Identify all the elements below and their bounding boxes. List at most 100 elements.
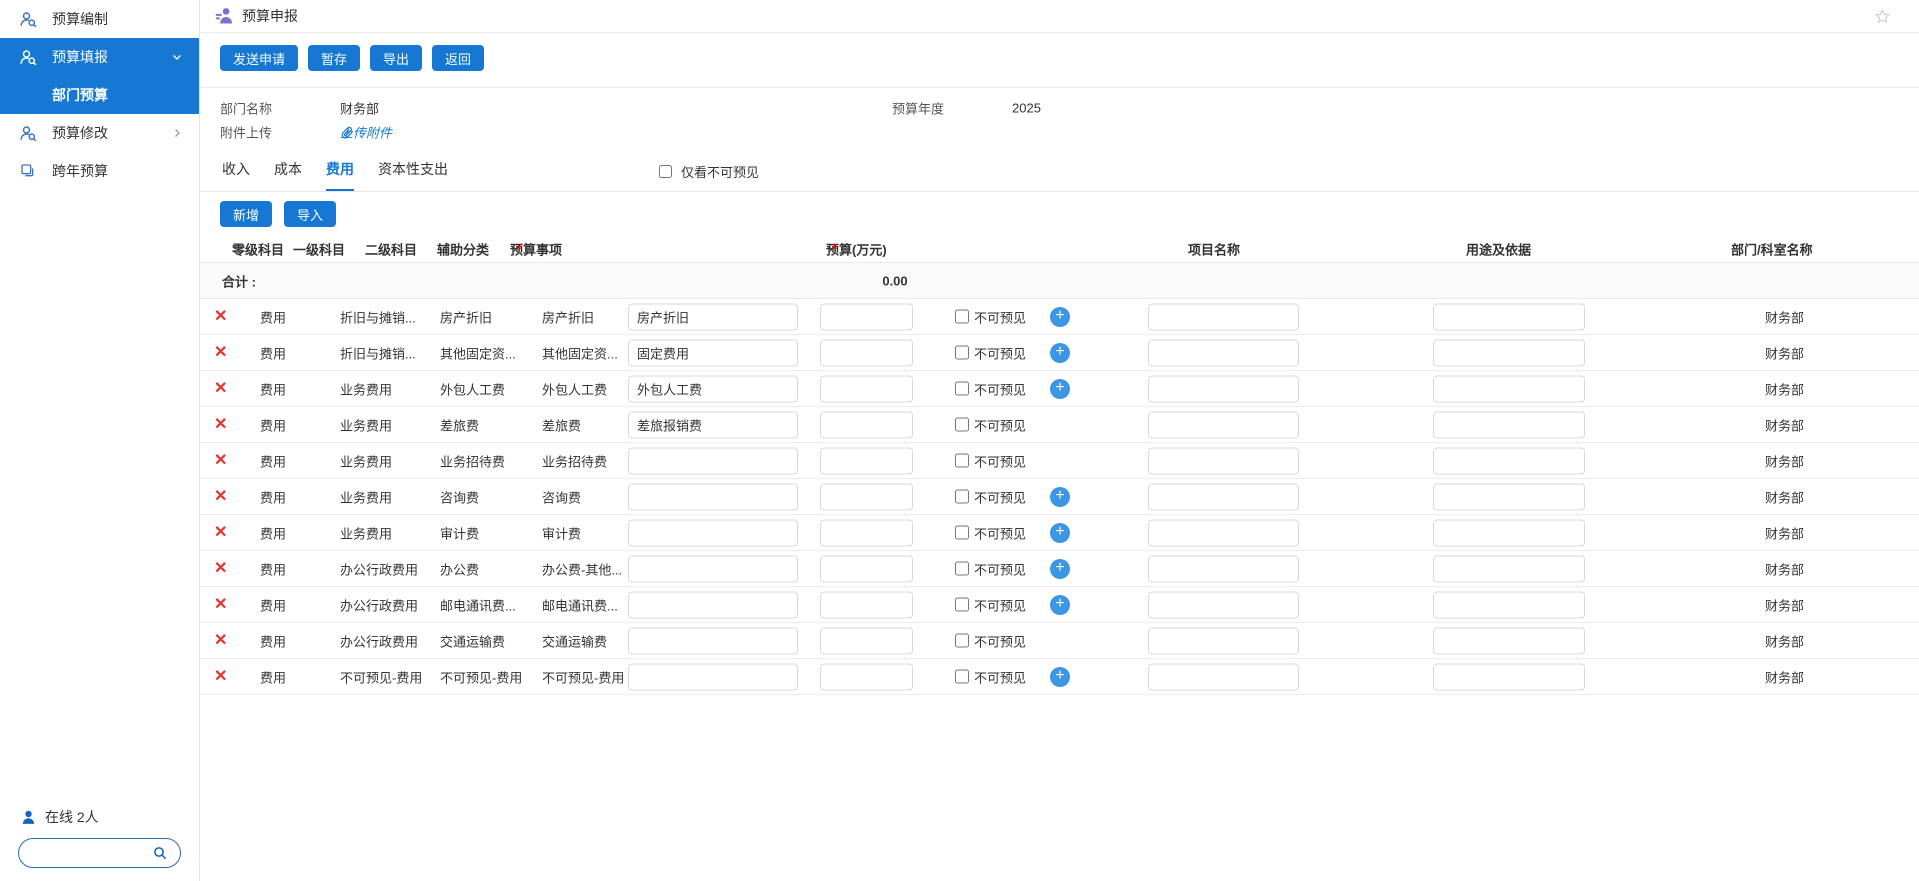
- delete-row-icon[interactable]: ✕: [214, 489, 227, 505]
- budget-item-input[interactable]: [628, 375, 798, 402]
- purpose-input[interactable]: [1433, 411, 1585, 438]
- delete-row-icon[interactable]: ✕: [214, 525, 227, 541]
- project-name-input[interactable]: [1148, 375, 1299, 402]
- unforeseen-checkbox[interactable]: [955, 346, 969, 360]
- unforeseen-option[interactable]: 不可预见: [955, 307, 1026, 326]
- purpose-input[interactable]: [1433, 339, 1585, 366]
- tab-cost[interactable]: 成本: [274, 159, 302, 191]
- purpose-input[interactable]: [1433, 447, 1585, 474]
- budget-amount-input[interactable]: [820, 339, 913, 366]
- add-subrow-icon[interactable]: +: [1050, 559, 1070, 579]
- budget-amount-input[interactable]: [820, 411, 913, 438]
- project-name-input[interactable]: [1148, 555, 1299, 582]
- purpose-input[interactable]: [1433, 303, 1585, 330]
- unforeseen-checkbox[interactable]: [955, 382, 969, 396]
- budget-item-input[interactable]: [628, 627, 798, 654]
- budget-item-input[interactable]: [628, 447, 798, 474]
- unforeseen-checkbox[interactable]: [955, 454, 969, 468]
- unforeseen-checkbox[interactable]: [955, 634, 969, 648]
- sidebar-item-budget-fill[interactable]: 预算填报: [0, 38, 199, 76]
- purpose-input[interactable]: [1433, 519, 1585, 546]
- purpose-input[interactable]: [1433, 555, 1585, 582]
- purpose-input[interactable]: [1433, 627, 1585, 654]
- add-subrow-icon[interactable]: +: [1050, 343, 1070, 363]
- project-name-input[interactable]: [1148, 519, 1299, 546]
- delete-row-icon[interactable]: ✕: [214, 309, 227, 325]
- tab-capital-expenditure[interactable]: 资本性支出: [378, 159, 448, 191]
- unforeseen-option[interactable]: 不可预见: [955, 415, 1026, 434]
- unforeseen-checkbox[interactable]: [955, 418, 969, 432]
- budget-amount-input[interactable]: [820, 375, 913, 402]
- import-button[interactable]: 导入: [284, 201, 336, 227]
- budget-item-input[interactable]: [628, 411, 798, 438]
- delete-row-icon[interactable]: ✕: [214, 633, 227, 649]
- favorite-star-icon[interactable]: [1874, 8, 1891, 25]
- sidebar-item-cross-year-budget[interactable]: 跨年预算: [0, 152, 199, 190]
- delete-row-icon[interactable]: ✕: [214, 417, 227, 433]
- unforeseen-option[interactable]: 不可预见: [955, 487, 1026, 506]
- add-subrow-icon[interactable]: +: [1050, 487, 1070, 507]
- project-name-input[interactable]: [1148, 303, 1299, 330]
- purpose-input[interactable]: [1433, 663, 1585, 690]
- project-name-input[interactable]: [1148, 663, 1299, 690]
- search-icon[interactable]: [152, 845, 168, 861]
- add-subrow-icon[interactable]: +: [1050, 379, 1070, 399]
- unforeseen-option[interactable]: 不可预见: [955, 523, 1026, 542]
- budget-item-input[interactable]: [628, 663, 798, 690]
- project-name-input[interactable]: [1148, 591, 1299, 618]
- add-row-button[interactable]: 新增: [220, 201, 272, 227]
- budget-amount-input[interactable]: [820, 483, 913, 510]
- unforeseen-option[interactable]: 不可预见: [955, 451, 1026, 470]
- sidebar-item-budget-compile[interactable]: 预算编制: [0, 0, 199, 38]
- budget-amount-input[interactable]: [820, 591, 913, 618]
- unforeseen-option[interactable]: 不可预见: [955, 559, 1026, 578]
- unforeseen-checkbox[interactable]: [955, 670, 969, 684]
- purpose-input[interactable]: [1433, 483, 1585, 510]
- unforeseen-checkbox[interactable]: [955, 562, 969, 576]
- unforeseen-filter[interactable]: 仅看不可预见: [655, 162, 759, 191]
- project-name-input[interactable]: [1148, 339, 1299, 366]
- back-button[interactable]: 返回: [432, 45, 484, 71]
- budget-item-input[interactable]: [628, 303, 798, 330]
- add-subrow-icon[interactable]: +: [1050, 667, 1070, 687]
- project-name-input[interactable]: [1148, 483, 1299, 510]
- project-name-input[interactable]: [1148, 627, 1299, 654]
- add-subrow-icon[interactable]: +: [1050, 523, 1070, 543]
- tab-income[interactable]: 收入: [222, 159, 250, 191]
- unforeseen-option[interactable]: 不可预见: [955, 667, 1026, 686]
- unforeseen-filter-checkbox[interactable]: [659, 165, 672, 178]
- budget-amount-input[interactable]: [820, 663, 913, 690]
- project-name-input[interactable]: [1148, 447, 1299, 474]
- sidebar-item-budget-modify[interactable]: 预算修改: [0, 114, 199, 152]
- purpose-input[interactable]: [1433, 375, 1585, 402]
- budget-amount-input[interactable]: [820, 555, 913, 582]
- budget-item-input[interactable]: [628, 519, 798, 546]
- budget-item-input[interactable]: [628, 555, 798, 582]
- delete-row-icon[interactable]: ✕: [214, 453, 227, 469]
- unforeseen-option[interactable]: 不可预见: [955, 595, 1026, 614]
- unforeseen-checkbox[interactable]: [955, 526, 969, 540]
- budget-amount-input[interactable]: [820, 303, 913, 330]
- unforeseen-option[interactable]: 不可预见: [955, 379, 1026, 398]
- budget-item-input[interactable]: [628, 591, 798, 618]
- budget-item-input[interactable]: [628, 339, 798, 366]
- send-request-button[interactable]: 发送申请: [220, 45, 298, 71]
- unforeseen-option[interactable]: 不可预见: [955, 631, 1026, 650]
- add-subrow-icon[interactable]: +: [1050, 307, 1070, 327]
- purpose-input[interactable]: [1433, 591, 1585, 618]
- delete-row-icon[interactable]: ✕: [214, 669, 227, 685]
- budget-amount-input[interactable]: [820, 447, 913, 474]
- unforeseen-option[interactable]: 不可预见: [955, 343, 1026, 362]
- delete-row-icon[interactable]: ✕: [214, 381, 227, 397]
- delete-row-icon[interactable]: ✕: [214, 561, 227, 577]
- unforeseen-checkbox[interactable]: [955, 598, 969, 612]
- project-name-input[interactable]: [1148, 411, 1299, 438]
- budget-amount-input[interactable]: [820, 519, 913, 546]
- budget-item-input[interactable]: [628, 483, 798, 510]
- unforeseen-checkbox[interactable]: [955, 490, 969, 504]
- search-input[interactable]: [31, 845, 152, 862]
- add-subrow-icon[interactable]: +: [1050, 595, 1070, 615]
- delete-row-icon[interactable]: ✕: [214, 597, 227, 613]
- unforeseen-checkbox[interactable]: [955, 310, 969, 324]
- export-button[interactable]: 导出: [370, 45, 422, 71]
